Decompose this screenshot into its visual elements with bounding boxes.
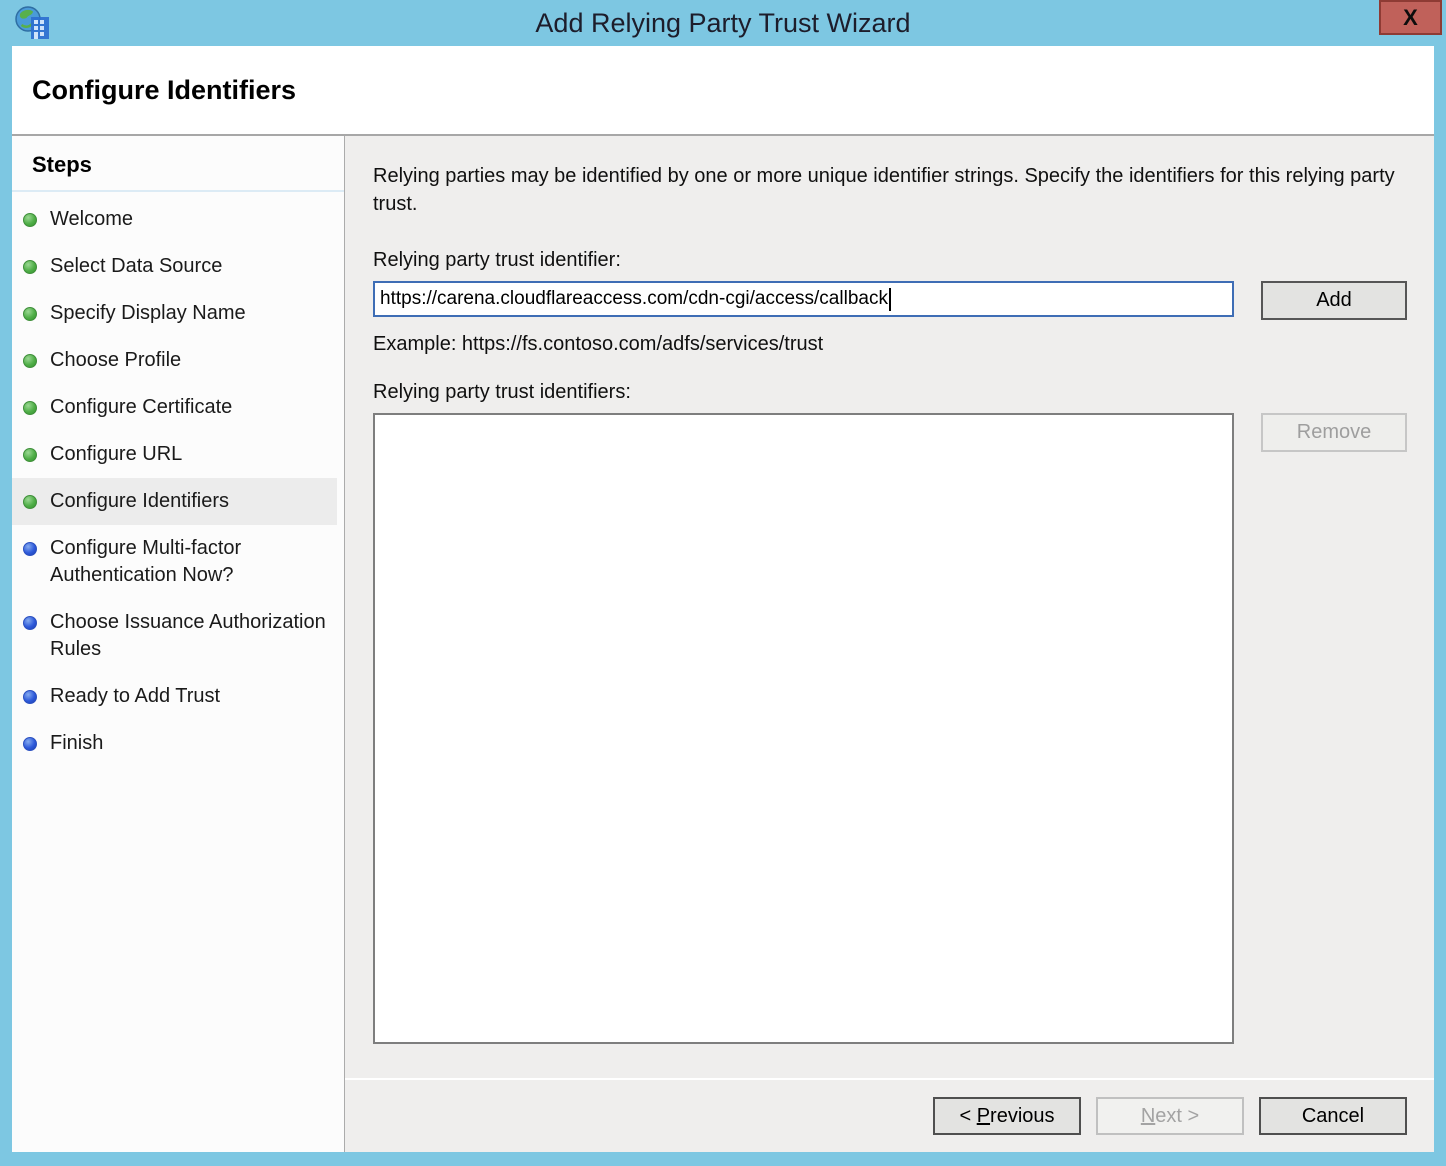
- step-configure-mfa: Configure Multi-factor Authentication No…: [12, 525, 337, 599]
- step-select-data-source[interactable]: Select Data Source: [12, 243, 337, 290]
- adfs-app-icon: [13, 4, 53, 44]
- step-done-bullet-icon: [23, 495, 37, 509]
- step-label: Choose Issuance Authorization Rules: [50, 611, 326, 660]
- content-pane: Relying parties may be identified by one…: [345, 136, 1434, 1152]
- step-upcoming-bullet-icon: [23, 737, 37, 751]
- step-configure-url[interactable]: Configure URL: [12, 431, 337, 478]
- page-title: Configure Identifiers: [32, 75, 296, 106]
- step-welcome[interactable]: Welcome: [12, 196, 337, 243]
- step-label: Configure Multi-factor Authentication No…: [50, 537, 241, 586]
- identifiers-listbox[interactable]: [373, 413, 1234, 1044]
- step-label: Specify Display Name: [50, 302, 246, 324]
- step-choose-profile[interactable]: Choose Profile: [12, 337, 337, 384]
- step-done-bullet-icon: [23, 260, 37, 274]
- step-upcoming-bullet-icon: [23, 690, 37, 704]
- title-bar: Add Relying Party Trust Wizard X: [0, 0, 1446, 46]
- footer-button-bar: < Previous Next > Cancel: [345, 1078, 1434, 1152]
- add-button[interactable]: Add: [1261, 281, 1407, 320]
- step-upcoming-bullet-icon: [23, 616, 37, 630]
- example-text: Example: https://fs.contoso.com/adfs/ser…: [373, 333, 1407, 356]
- identifier-input-value: https://carena.cloudflareaccess.com/cdn-…: [380, 288, 888, 310]
- steps-list: Welcome Select Data Source Specify Displ…: [12, 196, 344, 767]
- step-label: Choose Profile: [50, 349, 181, 371]
- intro-text: Relying parties may be identified by one…: [373, 162, 1405, 218]
- step-label: Configure Identifiers: [50, 490, 229, 512]
- step-label: Configure URL: [50, 443, 182, 465]
- step-done-bullet-icon: [23, 307, 37, 321]
- steps-panel: Steps Welcome Select Data Source Specify…: [12, 136, 345, 1152]
- step-done-bullet-icon: [23, 213, 37, 227]
- identifiers-list-label: Relying party trust identifiers:: [373, 381, 1407, 404]
- page-header: Configure Identifiers: [12, 46, 1434, 136]
- close-button[interactable]: X: [1379, 0, 1442, 35]
- identifier-input[interactable]: https://carena.cloudflareaccess.com/cdn-…: [373, 281, 1234, 317]
- step-done-bullet-icon: [23, 354, 37, 368]
- step-done-bullet-icon: [23, 448, 37, 462]
- dialog-body: Configure Identifiers Steps Welcome Sele…: [12, 46, 1434, 1152]
- remove-button[interactable]: Remove: [1261, 413, 1407, 452]
- previous-button[interactable]: < Previous: [933, 1097, 1081, 1135]
- identifier-field-label: Relying party trust identifier:: [373, 249, 1407, 272]
- step-label: Welcome: [50, 208, 133, 230]
- next-button[interactable]: Next >: [1096, 1097, 1244, 1135]
- text-caret: [889, 288, 891, 311]
- step-upcoming-bullet-icon: [23, 542, 37, 556]
- step-label: Finish: [50, 732, 103, 754]
- step-configure-certificate[interactable]: Configure Certificate: [12, 384, 337, 431]
- step-done-bullet-icon: [23, 401, 37, 415]
- window-title: Add Relying Party Trust Wizard: [535, 8, 910, 39]
- cancel-button[interactable]: Cancel: [1259, 1097, 1407, 1135]
- step-specify-display-name[interactable]: Specify Display Name: [12, 290, 337, 337]
- steps-heading: Steps: [12, 148, 344, 192]
- step-finish: Finish: [12, 720, 337, 767]
- step-label: Select Data Source: [50, 255, 222, 277]
- step-label: Configure Certificate: [50, 396, 232, 418]
- wizard-window: Add Relying Party Trust Wizard X Configu…: [0, 0, 1446, 1166]
- step-configure-identifiers-current: Configure Identifiers: [12, 478, 337, 525]
- step-label: Ready to Add Trust: [50, 685, 220, 707]
- step-ready-to-add-trust: Ready to Add Trust: [12, 673, 337, 720]
- step-choose-issuance-rules: Choose Issuance Authorization Rules: [12, 599, 337, 673]
